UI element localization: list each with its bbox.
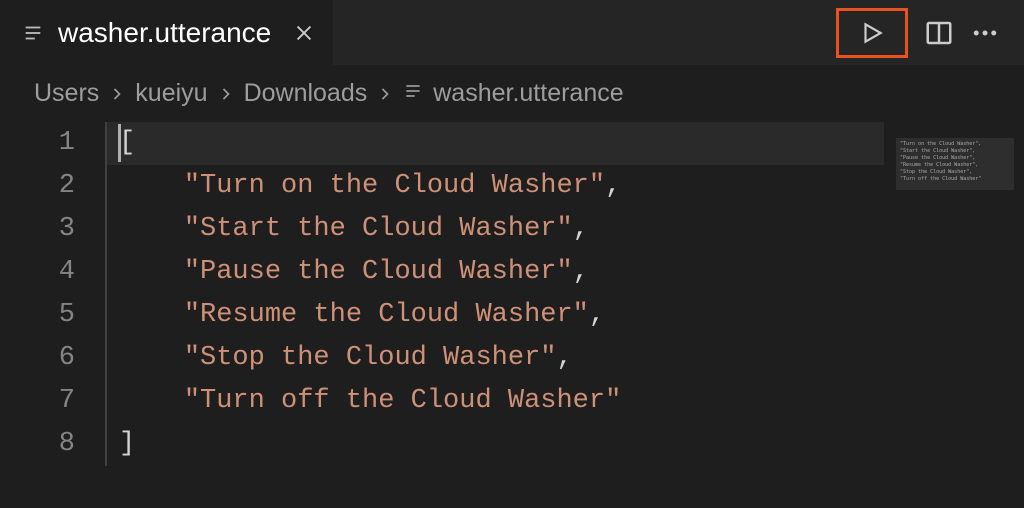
line-number: 2 [0, 165, 75, 208]
line-number: 5 [0, 294, 75, 337]
code-line: "Resume the Cloud Washer", [105, 294, 1024, 337]
line-number: 3 [0, 208, 75, 251]
editor-actions [836, 8, 1024, 58]
line-number: 8 [0, 423, 75, 466]
code-editor[interactable]: 1 2 3 4 5 6 7 8 [ "Turn on the Cloud Was… [0, 122, 1024, 466]
tab-filename: washer.utterance [58, 17, 271, 49]
close-icon[interactable] [293, 22, 315, 44]
tab-bar: washer.utterance [0, 0, 1024, 65]
chevron-right-icon [375, 84, 395, 104]
run-button[interactable] [836, 8, 908, 58]
breadcrumb-item[interactable]: Users [34, 79, 99, 108]
line-number: 7 [0, 380, 75, 423]
file-icon [22, 22, 44, 44]
code-line: ] [105, 423, 1024, 466]
split-editor-icon[interactable] [924, 18, 954, 48]
breadcrumb-item[interactable]: Downloads [244, 79, 368, 108]
chevron-right-icon [216, 84, 236, 104]
line-number: 4 [0, 251, 75, 294]
text-cursor [118, 124, 121, 162]
code-line: "Pause the Cloud Washer", [105, 251, 1024, 294]
line-number: 6 [0, 337, 75, 380]
more-actions-icon[interactable] [970, 18, 1000, 48]
code-line: [ [105, 122, 1024, 165]
line-gutter: 1 2 3 4 5 6 7 8 [0, 122, 105, 466]
code-line: "Start the Cloud Washer", [105, 208, 1024, 251]
code-line: "Turn off the Cloud Washer" [105, 380, 1024, 423]
file-icon [403, 79, 423, 108]
breadcrumb-item[interactable]: washer.utterance [403, 79, 623, 108]
breadcrumb-item[interactable]: kueiyu [135, 79, 207, 108]
chevron-right-icon [107, 84, 127, 104]
line-number: 1 [0, 122, 75, 165]
code-content[interactable]: [ "Turn on the Cloud Washer", "Start the… [105, 122, 1024, 466]
editor-tab[interactable]: washer.utterance [0, 0, 333, 65]
minimap[interactable]: "Turn on the Cloud Washer", "Start the C… [896, 138, 1014, 190]
breadcrumb[interactable]: Users kueiyu Downloads washer.utterance [0, 65, 1024, 122]
code-line: "Stop the Cloud Washer", [105, 337, 1024, 380]
code-line: "Turn on the Cloud Washer", [105, 165, 1024, 208]
